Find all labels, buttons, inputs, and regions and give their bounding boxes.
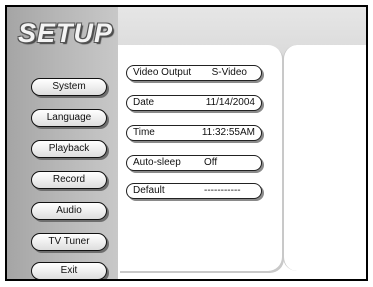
- menu-item-system[interactable]: System: [31, 78, 107, 96]
- options-panel: Video Output S-Video Date 11/14/2004 Tim…: [118, 45, 282, 271]
- menu-item-language[interactable]: Language: [31, 109, 107, 127]
- menu-item-tv-tuner[interactable]: TV Tuner: [31, 233, 107, 251]
- option-label: Date: [133, 97, 155, 108]
- option-label: Auto-sleep: [133, 157, 181, 168]
- option-default[interactable]: Default -----------: [126, 183, 262, 199]
- option-label: Time: [133, 127, 155, 138]
- detail-panel: [283, 45, 366, 271]
- option-value: Off: [204, 157, 218, 168]
- option-date[interactable]: Date 11/14/2004: [126, 95, 262, 111]
- option-label: Video Output: [133, 67, 192, 78]
- menu-item-audio[interactable]: Audio: [31, 202, 107, 220]
- option-label: Default: [133, 185, 165, 196]
- option-value: -----------: [204, 185, 241, 196]
- option-auto-sleep[interactable]: Auto-sleep Off: [126, 155, 262, 171]
- option-value: 11/14/2004: [205, 97, 255, 108]
- option-value: 11:32:55AM: [201, 127, 255, 138]
- option-time[interactable]: Time 11:32:55AM: [126, 125, 262, 141]
- setup-screen: SETUP System Language Playback Record Au…: [5, 5, 368, 281]
- option-value: S-Video: [211, 67, 247, 78]
- menu-item-record[interactable]: Record: [31, 171, 107, 189]
- menu-item-playback[interactable]: Playback: [31, 140, 107, 158]
- menu-item-exit[interactable]: Exit: [31, 262, 107, 279]
- page-title: SETUP: [18, 18, 114, 48]
- option-video-output[interactable]: Video Output S-Video: [126, 65, 262, 81]
